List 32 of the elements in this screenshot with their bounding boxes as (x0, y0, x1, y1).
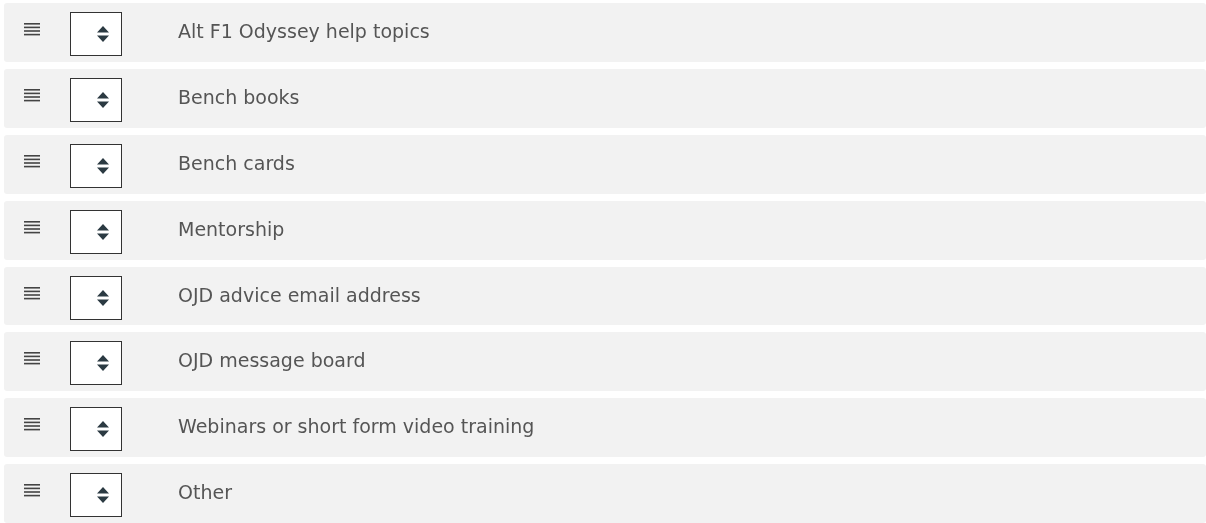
item-label: Mentorship (178, 216, 285, 241)
rank-select[interactable] (70, 143, 122, 188)
drag-handle-icon[interactable] (24, 88, 40, 102)
drag-handle-icon[interactable] (24, 23, 40, 36)
drag-handle-icon[interactable] (24, 286, 40, 300)
item-label: OJD advice email address (178, 282, 421, 307)
up-down-caret-icon (97, 289, 109, 306)
rank-select[interactable] (70, 473, 122, 518)
drag-handle-icon[interactable] (24, 352, 40, 366)
up-down-caret-icon (97, 157, 109, 174)
up-down-caret-icon (97, 91, 109, 108)
rank-select[interactable] (70, 275, 122, 320)
item-label: OJD message board (178, 348, 366, 373)
up-down-caret-icon (97, 421, 109, 438)
item-label: Bench books (178, 84, 300, 109)
up-down-caret-icon (97, 355, 109, 372)
rank-select[interactable] (70, 341, 122, 386)
up-down-caret-icon (97, 223, 109, 240)
drag-handle-icon[interactable] (24, 220, 40, 234)
rank-select[interactable] (70, 77, 122, 122)
drag-handle-icon[interactable] (24, 484, 40, 498)
rank-select[interactable] (70, 209, 122, 254)
up-down-caret-icon (97, 26, 109, 42)
item-label: Other (178, 480, 232, 505)
rank-select[interactable] (70, 407, 122, 452)
drag-handle-icon[interactable] (24, 418, 40, 432)
item-label: Webinars or short form video training (178, 414, 535, 439)
drag-handle-icon[interactable] (24, 154, 40, 168)
up-down-caret-icon (97, 487, 109, 504)
item-label: Bench cards (178, 150, 295, 175)
item-label: Alt F1 Odyssey help topics (178, 19, 430, 43)
rank-select[interactable] (70, 12, 122, 56)
